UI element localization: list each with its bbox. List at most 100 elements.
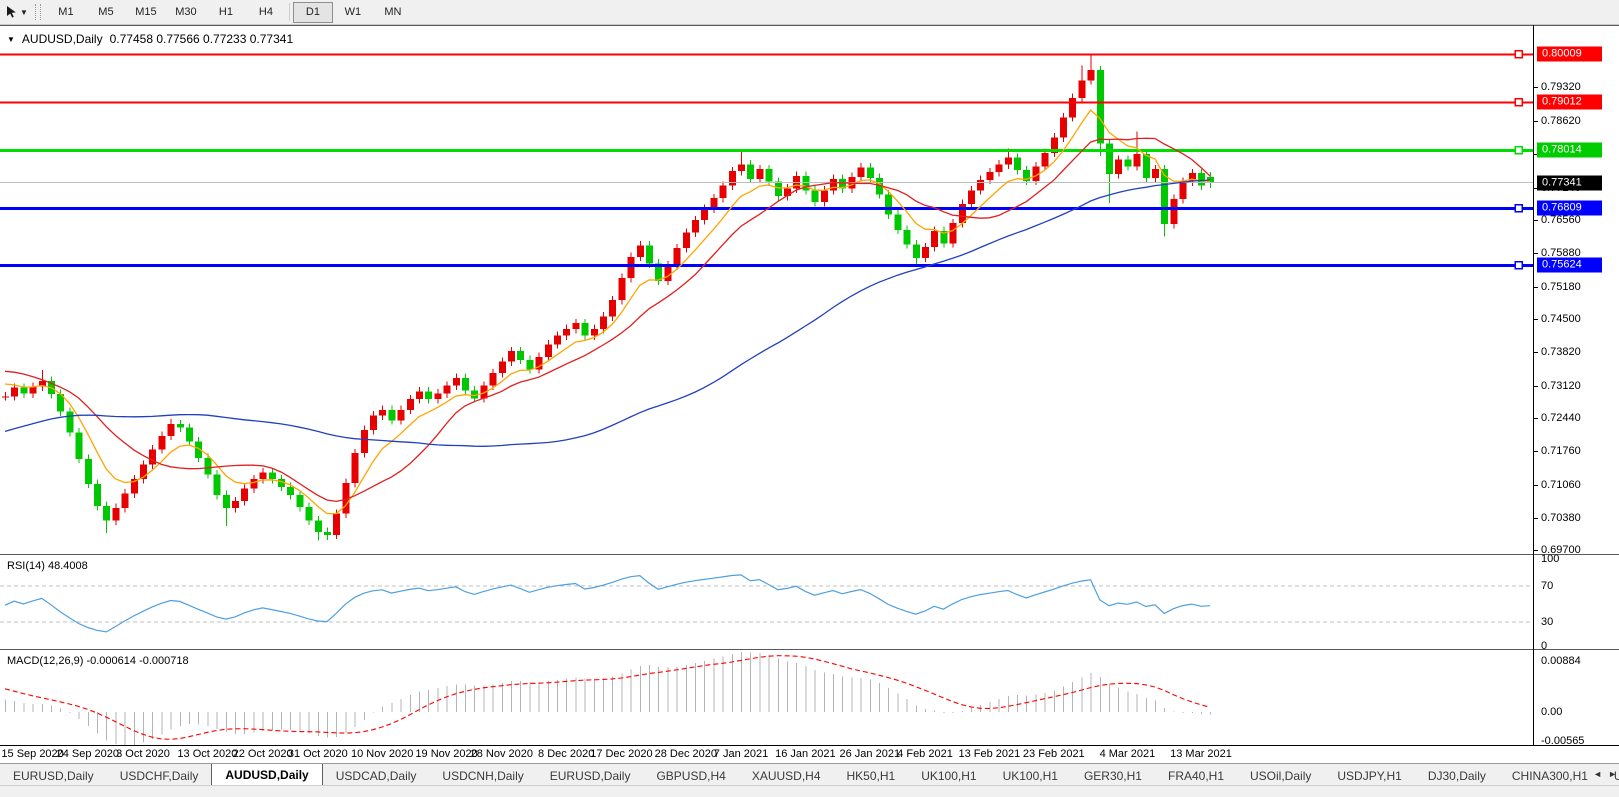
axis-tick — [1534, 386, 1538, 387]
date-label: 8 Dec 2020 — [538, 748, 594, 760]
hline-objects[interactable] — [0, 51, 1533, 269]
timeframe-button-mn[interactable]: MN — [373, 2, 413, 23]
date-label: 19 Nov 2020 — [415, 748, 477, 760]
tab-usdcad-daily[interactable]: USDCAD,Daily — [323, 766, 430, 785]
price-badge: 0.78014 — [1537, 143, 1602, 158]
macd-panel[interactable]: MACD(12,26,9) -0.000614 -0.000718 — [0, 651, 1533, 745]
tab-xauusd-h4[interactable]: XAUUSD,H4 — [739, 766, 834, 785]
rsi-axis-label: 70 — [1541, 580, 1553, 592]
axis-tick-label: 0.71760 — [1541, 445, 1581, 457]
toolbar-grip[interactable] — [35, 4, 41, 20]
tab-china300-h1[interactable]: CHINA300,H1 — [1499, 766, 1601, 785]
cursor-icon — [5, 5, 18, 19]
axis-tick — [1534, 121, 1538, 122]
macd-axis-label: 0.00 — [1541, 706, 1562, 718]
toolbar-separator — [289, 3, 290, 21]
timeframe-button-m15[interactable]: M15 — [126, 2, 166, 23]
date-label: 28 Dec 2020 — [655, 748, 717, 760]
tab-eurusd-daily[interactable]: EURUSD,Daily — [0, 766, 107, 785]
date-label: 15 Sep 2020 — [1, 748, 63, 760]
axis-tick-label: 0.79320 — [1541, 81, 1581, 93]
chevron-down-icon: ▼ — [20, 8, 28, 17]
date-label: 13 Mar 2021 — [1170, 748, 1232, 760]
timeframe-button-m30[interactable]: M30 — [166, 2, 206, 23]
timeframe-button-w1[interactable]: W1 — [333, 2, 373, 23]
date-label: 22 Oct 2020 — [233, 748, 293, 760]
tab-scroll-left-icon[interactable]: ◄ — [1593, 768, 1602, 780]
date-label: 16 Jan 2021 — [775, 748, 836, 760]
macd-signal-line — [5, 656, 1210, 740]
date-label: 17 Dec 2020 — [590, 748, 652, 760]
tab-scroll-controls: ◄ ► — [1593, 768, 1617, 780]
axis-tick — [1534, 253, 1538, 254]
axis-tick — [1534, 550, 1538, 551]
price-axis-border — [1533, 25, 1534, 746]
panel-splitter[interactable] — [0, 554, 1619, 555]
price-badge: 0.77341 — [1537, 175, 1602, 190]
axis-tick — [1534, 485, 1538, 486]
axis-tick — [1534, 451, 1538, 452]
tab-usdjpy-h1[interactable]: USDJPY,H1 — [1324, 766, 1414, 785]
date-label: 3 Oct 2020 — [116, 748, 170, 760]
date-label: 31 Oct 2020 — [288, 748, 348, 760]
date-label: 28 Nov 2020 — [471, 748, 533, 760]
timeframe-button-d1[interactable]: D1 — [293, 2, 333, 23]
tab-usdchf-daily[interactable]: USDCHF,Daily — [107, 766, 212, 785]
tab-scroll-right-icon[interactable]: ► — [1608, 768, 1617, 780]
chart-ohlc-values: 0.77458 0.77566 0.77233 0.77341 — [110, 32, 294, 46]
date-label: 13 Feb 2021 — [959, 748, 1021, 760]
chart-symbol-label: AUDUSD,Daily — [22, 32, 103, 46]
date-label: 24 Sep 2020 — [57, 748, 119, 760]
axis-tick — [1534, 352, 1538, 353]
date-label: 23 Feb 2021 — [1023, 748, 1085, 760]
trading-terminal-window: ▼ M1M5M15M30H1H4 D1W1MN ▼ AUDUSD,Daily 0.… — [0, 0, 1619, 797]
panel-splitter-2[interactable] — [0, 649, 1619, 650]
price-badge: 0.76809 — [1537, 201, 1602, 216]
ma-slow-line — [5, 180, 1210, 446]
cursor-tool-button[interactable]: ▼ — [2, 2, 31, 22]
tab-eurusd-daily[interactable]: EURUSD,Daily — [537, 766, 644, 785]
timeframe-buttons: M1M5M15M30H1H4 D1W1MN — [46, 2, 413, 23]
rsi-axis-label: 30 — [1541, 616, 1553, 628]
tab-ger30-h1[interactable]: GER30,H1 — [1071, 766, 1155, 785]
date-axis[interactable]: 15 Sep 202024 Sep 20203 Oct 202013 Oct 2… — [0, 746, 1533, 763]
rsi-line — [5, 575, 1210, 632]
rsi-axis-label: 100 — [1541, 553, 1559, 565]
macd-axis[interactable]: 0.008840.00-0.00565 — [1534, 651, 1619, 745]
date-label: 10 Nov 2020 — [351, 748, 413, 760]
axis-tick-label: 0.74500 — [1541, 313, 1581, 325]
tab-uk100-h1[interactable]: UK100,H1 — [990, 766, 1071, 785]
tab-usoil-daily[interactable]: USOil,Daily — [1237, 766, 1324, 785]
tab-fra40-h1[interactable]: FRA40,H1 — [1155, 766, 1237, 785]
rsi-chart[interactable] — [0, 556, 1533, 648]
tab-audusd-daily[interactable]: AUDUSD,Daily — [211, 763, 322, 785]
date-label: 4 Mar 2021 — [1100, 748, 1156, 760]
chart-title: ▼ AUDUSD,Daily 0.77458 0.77566 0.77233 0… — [7, 32, 293, 46]
timeframe-button-m1[interactable]: M1 — [46, 2, 86, 23]
timeframe-button-m5[interactable]: M5 — [86, 2, 126, 23]
axis-tick-label: 0.75180 — [1541, 281, 1581, 293]
axis-tick — [1534, 319, 1538, 320]
main-chart-panel[interactable]: ▼ AUDUSD,Daily 0.77458 0.77566 0.77233 0… — [0, 26, 1533, 554]
timeframe-button-h4[interactable]: H4 — [246, 2, 286, 23]
axis-tick-label: 0.78620 — [1541, 115, 1581, 127]
rsi-axis[interactable]: 10070300 — [1534, 556, 1619, 648]
tab-dj30-daily[interactable]: DJ30,Daily — [1415, 766, 1499, 785]
axis-tick — [1534, 220, 1538, 221]
price-badge: 0.75624 — [1537, 258, 1602, 273]
tab-uk100-h1[interactable]: UK100,H1 — [908, 766, 989, 785]
tab-usdcnh-daily[interactable]: USDCNH,Daily — [429, 766, 536, 785]
axis-tick — [1534, 518, 1538, 519]
axis-tick — [1534, 287, 1538, 288]
axis-tick-label: 0.72440 — [1541, 412, 1581, 424]
date-label: 7 Jan 2021 — [714, 748, 768, 760]
macd-chart[interactable] — [0, 651, 1533, 745]
tab-gbpusd-h4[interactable]: GBPUSD,H4 — [643, 766, 738, 785]
price-badge: 0.80009 — [1537, 47, 1602, 62]
price-axis[interactable]: 0.793200.786200.779400.772400.765600.758… — [1534, 26, 1619, 554]
rsi-panel[interactable]: RSI(14) 48.4008 — [0, 556, 1533, 648]
timeframe-button-h1[interactable]: H1 — [206, 2, 246, 23]
symbol-dropdown-icon[interactable]: ▼ — [7, 35, 15, 44]
candlestick-chart[interactable] — [0, 26, 1533, 554]
tab-hk50-h1[interactable]: HK50,H1 — [834, 766, 909, 785]
